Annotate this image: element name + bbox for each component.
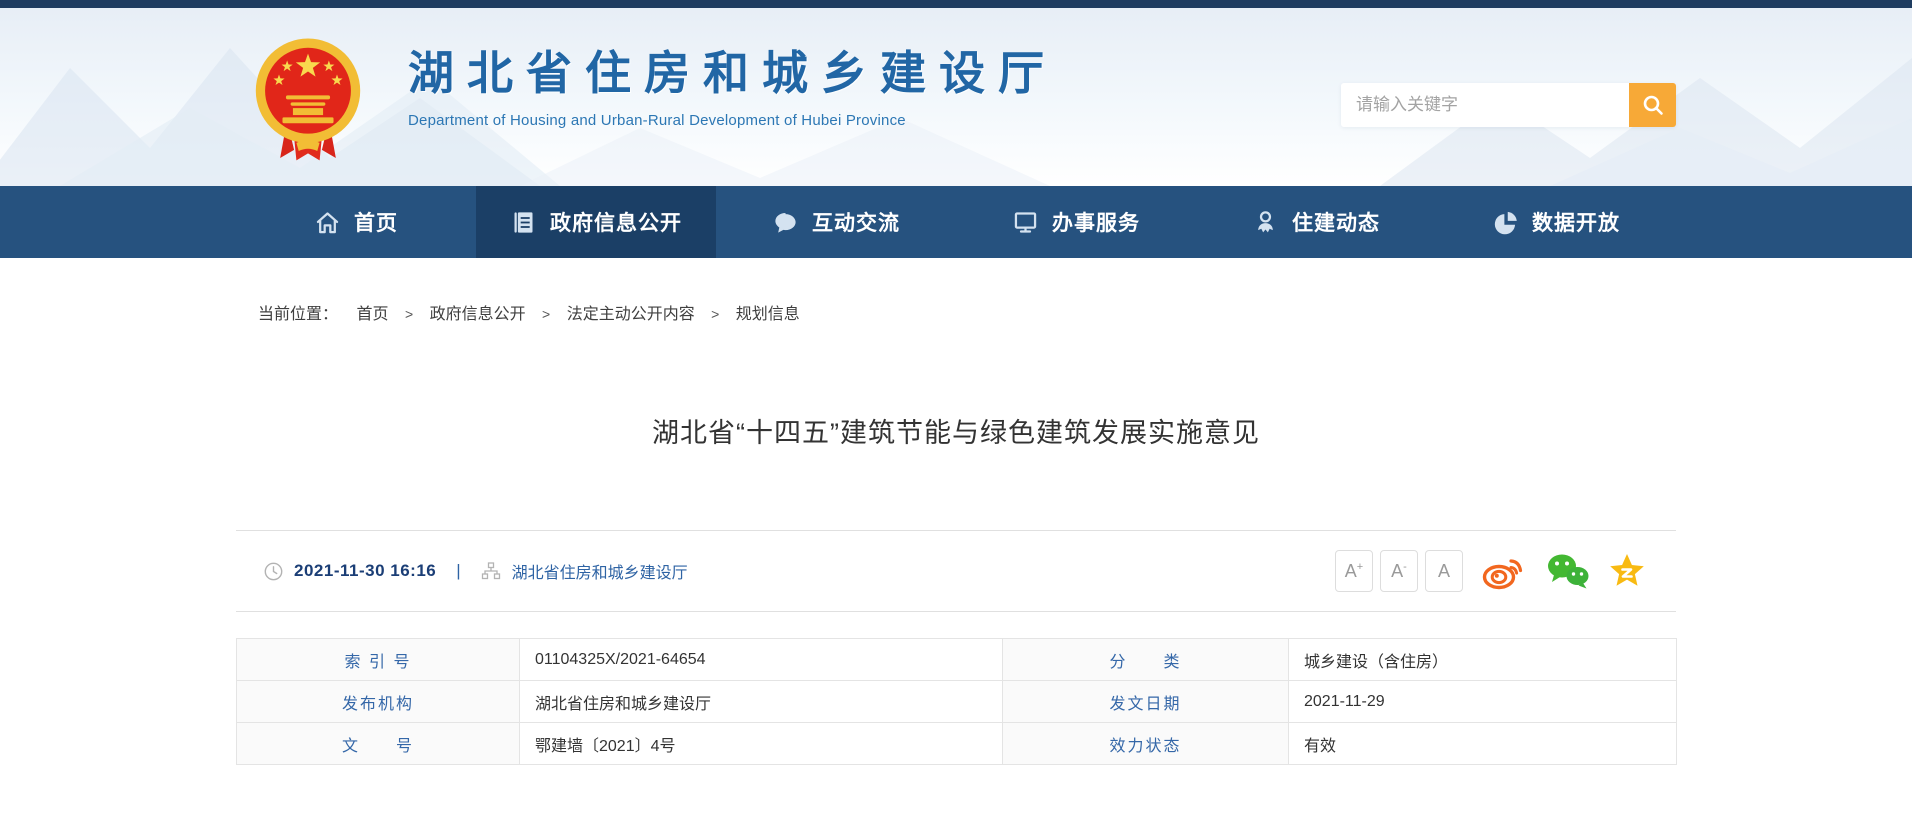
font-reset-button[interactable]: A <box>1425 550 1463 592</box>
field-value-category: 城乡建设（含住房） <box>1289 639 1677 681</box>
field-label-agency: 发布机构 <box>237 681 520 723</box>
chat-icon <box>772 209 799 236</box>
home-icon <box>314 209 341 236</box>
site-subtitle: Department of Housing and Urban-Rural De… <box>408 112 1057 129</box>
source-agency-link[interactable]: 湖北省住房和城乡建设厅 <box>512 559 688 583</box>
main-nav: 首页 政府信息公开 互动交流 办事服务 <box>0 186 1912 258</box>
search-button[interactable] <box>1629 83 1676 127</box>
table-row: 发布机构 湖北省住房和城乡建设厅 发文日期 2021-11-29 <box>237 681 1677 723</box>
search-icon <box>1641 93 1665 117</box>
nav-item-gov-info[interactable]: 政府信息公开 <box>476 186 716 258</box>
search-bar <box>1341 83 1676 127</box>
nav-item-label: 住建动态 <box>1292 207 1380 237</box>
breadcrumb-link-statutory[interactable]: 法定主动公开内容 <box>567 306 695 323</box>
breadcrumb-label: 当前位置： <box>258 306 338 323</box>
wechat-icon[interactable] <box>1545 552 1591 590</box>
article-meta: 2021-11-30 16:16 | 湖北省住房和城乡建设厅 A+ A- A <box>236 530 1676 612</box>
field-value-agency: 湖北省住房和城乡建设厅 <box>520 681 1003 723</box>
breadcrumb-link-gov-info[interactable]: 政府信息公开 <box>430 306 526 323</box>
field-value-issue-date: 2021-11-29 <box>1289 681 1677 723</box>
nav-item-label: 数据开放 <box>1532 207 1620 237</box>
nav-item-label: 办事服务 <box>1052 207 1140 237</box>
font-increase-button[interactable]: A+ <box>1335 550 1373 592</box>
field-value-doc-no: 鄂建墙〔2021〕4号 <box>520 723 1003 765</box>
field-label-doc-no: 文 号 <box>237 723 520 765</box>
qzone-icon[interactable] <box>1608 552 1646 590</box>
site-header: 湖北省住房和城乡建设厅 Department of Housing and Ur… <box>0 8 1912 186</box>
font-decrease-button[interactable]: A- <box>1380 550 1418 592</box>
search-input[interactable] <box>1341 83 1629 127</box>
breadcrumb: 当前位置： 首页 > 政府信息公开 > 法定主动公开内容 > 规划信息 <box>236 300 1676 320</box>
table-row: 索 引 号 01104325X/2021-64654 分 类 城乡建设（含住房） <box>237 639 1677 681</box>
site-logo-link[interactable]: 湖北省住房和城乡建设厅 Department of Housing and Ur… <box>250 35 1057 165</box>
publish-time: 2021-11-30 16:16 <box>294 561 436 581</box>
clock-icon <box>264 562 283 581</box>
nav-item-label: 互动交流 <box>812 207 900 237</box>
org-chart-icon <box>481 562 501 580</box>
nav-item-news[interactable]: 住建动态 <box>1196 186 1436 258</box>
field-label-index-no: 索 引 号 <box>237 639 520 681</box>
top-bar <box>0 0 1912 8</box>
document-icon <box>510 209 537 236</box>
breadcrumb-link-planning[interactable]: 规划信息 <box>736 306 800 323</box>
field-value-validity: 有效 <box>1289 723 1677 765</box>
national-emblem-icon <box>250 35 366 165</box>
nav-item-label: 政府信息公开 <box>550 207 682 237</box>
monitor-icon <box>1012 209 1039 236</box>
document-info-table: 索 引 号 01104325X/2021-64654 分 类 城乡建设（含住房）… <box>236 638 1677 765</box>
person-icon <box>1252 209 1279 236</box>
nav-item-services[interactable]: 办事服务 <box>956 186 1196 258</box>
breadcrumb-link-home[interactable]: 首页 <box>356 306 388 323</box>
nav-item-label: 首页 <box>354 207 398 237</box>
meta-divider: | <box>456 561 460 581</box>
site-title: 湖北省住房和城乡建设厅 <box>408 51 1057 97</box>
weibo-icon[interactable] <box>1480 552 1528 590</box>
nav-item-open-data[interactable]: 数据开放 <box>1436 186 1676 258</box>
field-label-category: 分 类 <box>1003 639 1289 681</box>
pie-chart-icon <box>1492 209 1519 236</box>
breadcrumb-separator: > <box>405 306 413 322</box>
nav-item-interaction[interactable]: 互动交流 <box>716 186 956 258</box>
breadcrumb-separator: > <box>542 306 550 322</box>
table-row: 文 号 鄂建墙〔2021〕4号 效力状态 有效 <box>237 723 1677 765</box>
nav-item-home[interactable]: 首页 <box>236 186 476 258</box>
page-title: 湖北省“十四五”建筑节能与绿色建筑发展实施意见 <box>236 415 1676 451</box>
field-label-issue-date: 发文日期 <box>1003 681 1289 723</box>
field-label-validity: 效力状态 <box>1003 723 1289 765</box>
breadcrumb-separator: > <box>711 306 719 322</box>
field-value-index-no: 01104325X/2021-64654 <box>520 639 1003 681</box>
